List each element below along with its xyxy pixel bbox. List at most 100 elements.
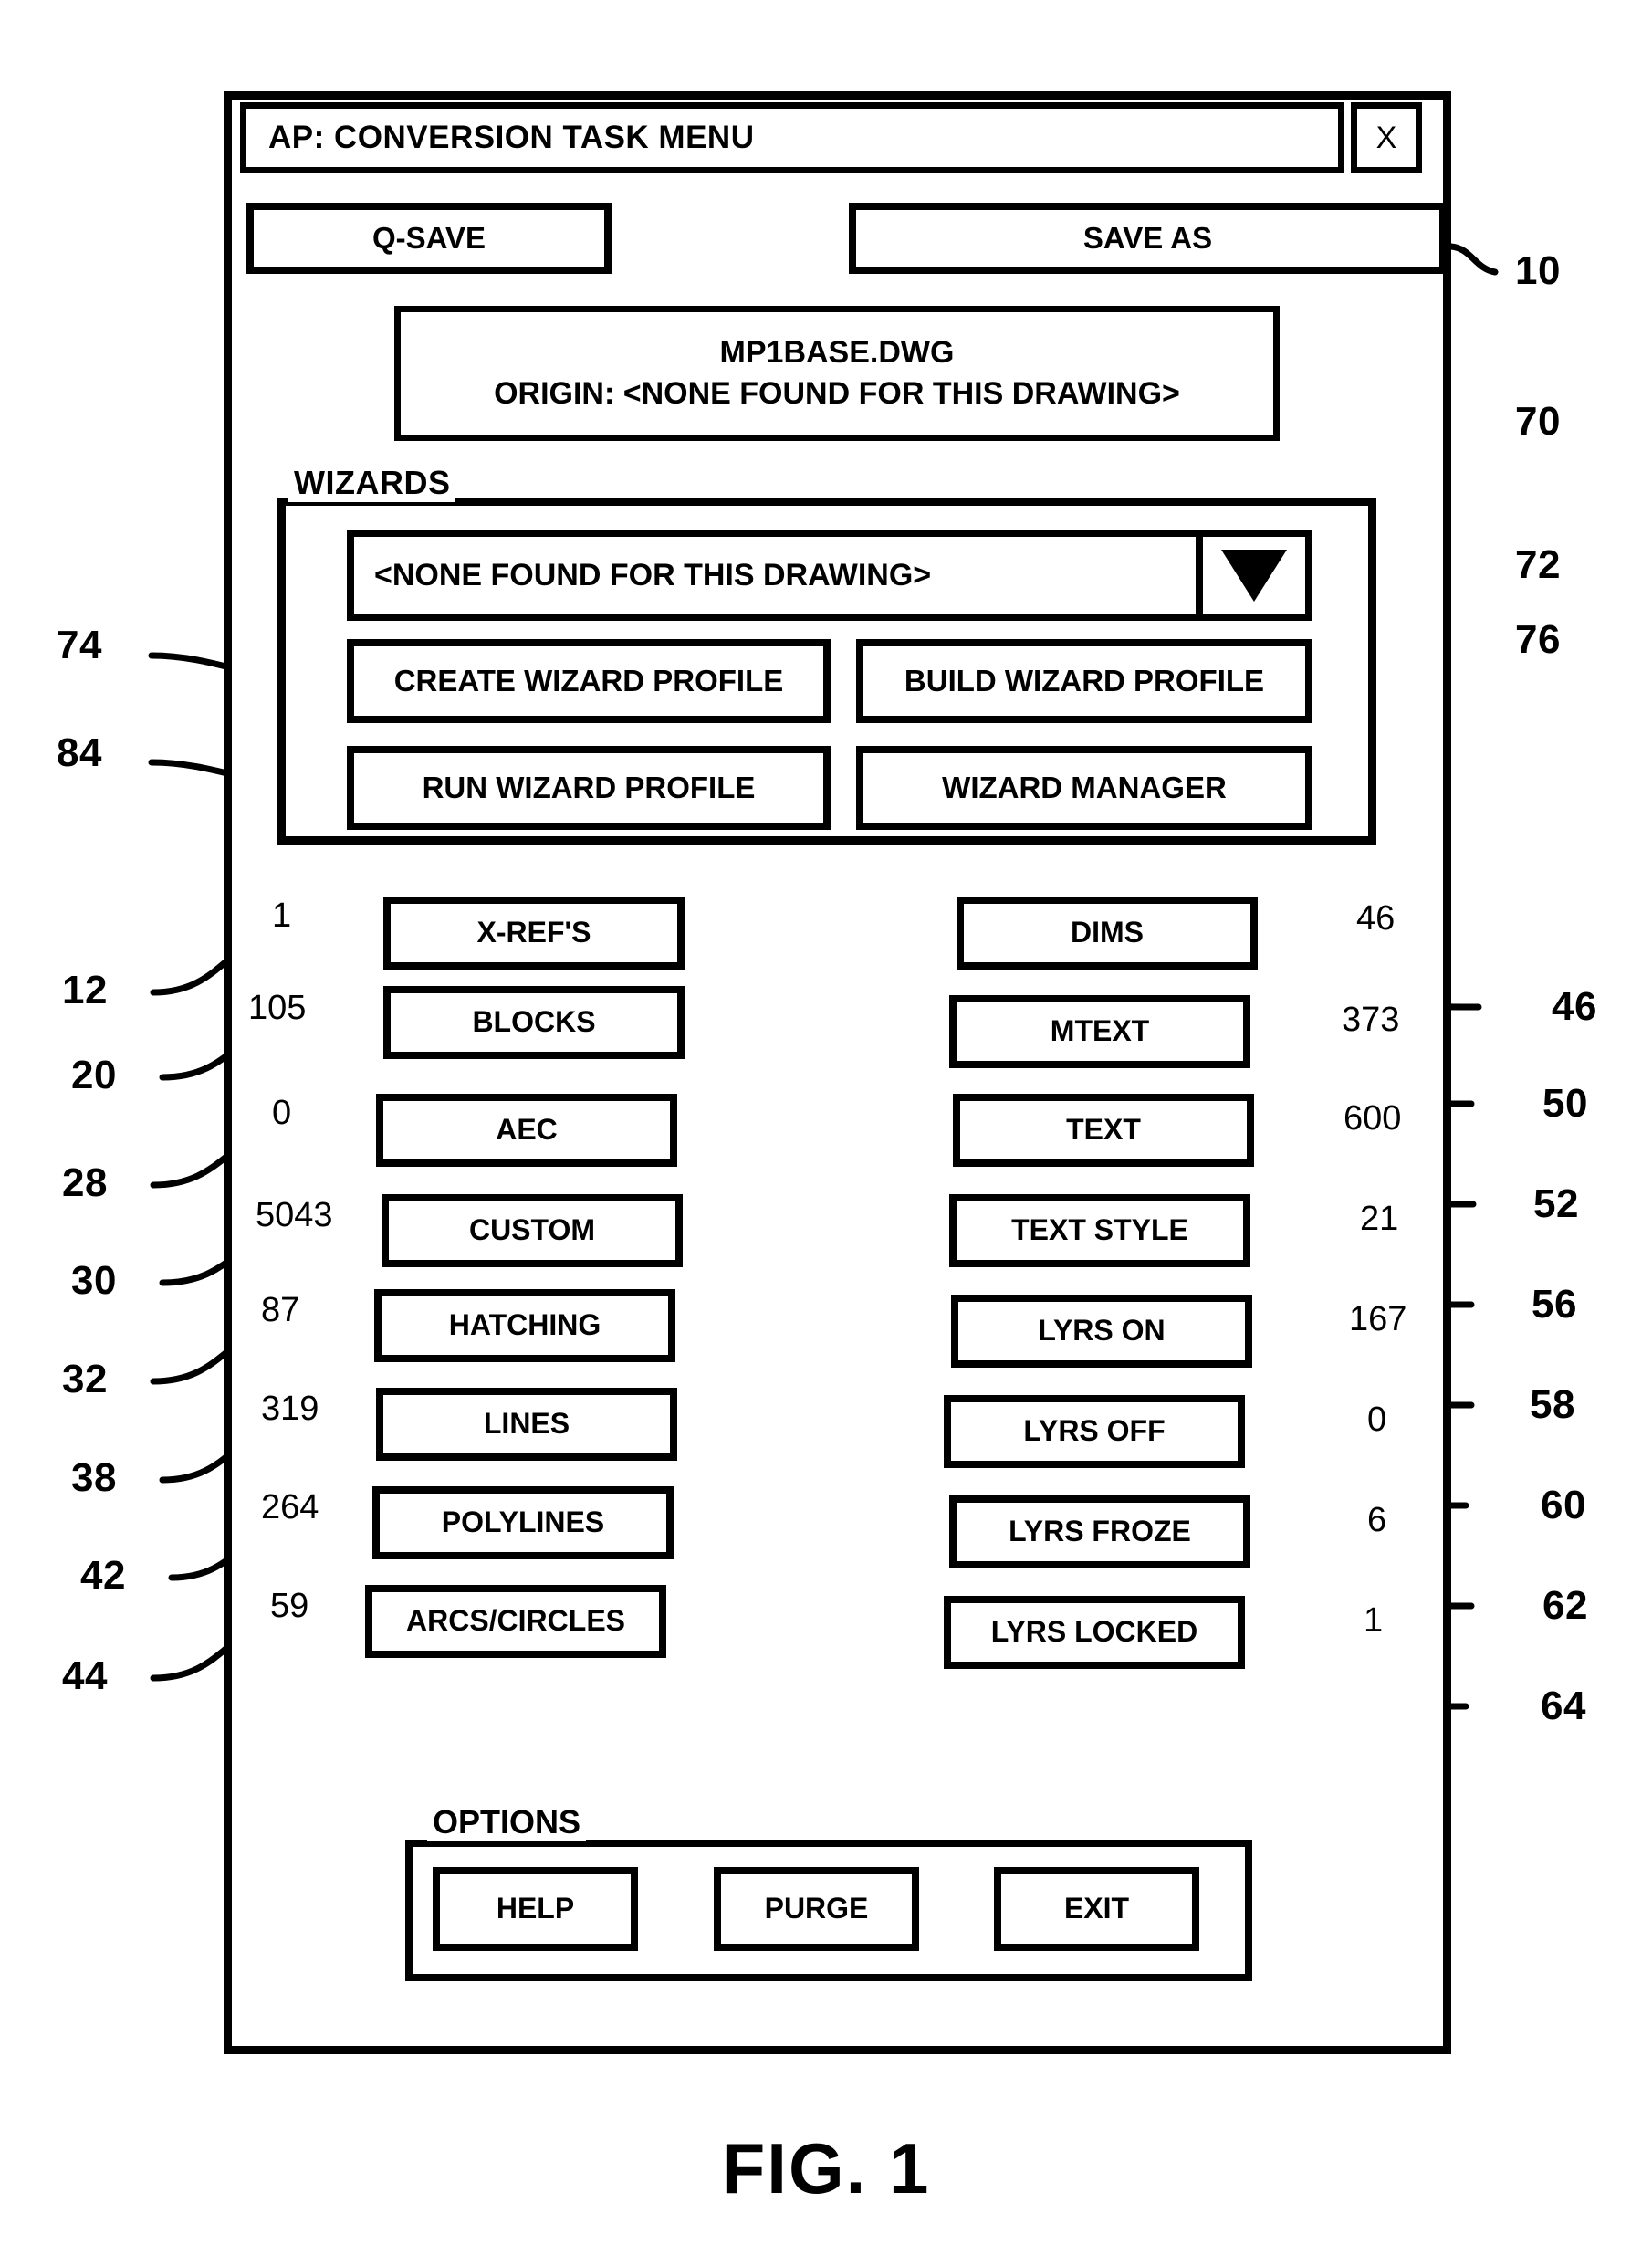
entity-button-lyrs-locked[interactable]: LYRS LOCKED (944, 1596, 1245, 1669)
entity-button-text[interactable]: TEXT (953, 1094, 1254, 1167)
entity-count-lyrs-off: 0 (1367, 1401, 1387, 1439)
build-wizard-profile-label: BUILD WIZARD PROFILE (904, 663, 1265, 698)
entity-button-lyrs-on[interactable]: LYRS ON (951, 1295, 1252, 1368)
entity-label: BLOCKS (472, 1005, 596, 1039)
entity-button-mtext[interactable]: MTEXT (949, 995, 1250, 1068)
entity-button-lines[interactable]: LINES (376, 1388, 677, 1461)
ref-numeral-74: 74 (57, 623, 102, 667)
drawing-filename: MP1BASE.DWG (719, 335, 955, 370)
entity-label: LYRS ON (1038, 1314, 1166, 1348)
ref-numeral-58: 58 (1530, 1382, 1575, 1427)
wizard-profile-selected-value: <NONE FOUND FOR THIS DRAWING> (374, 557, 932, 593)
entity-button-custom[interactable]: CUSTOM (382, 1194, 683, 1267)
entity-label: TEXT (1066, 1113, 1141, 1147)
entity-label: LYRS LOCKED (990, 1615, 1198, 1649)
create-wizard-profile-label: CREATE WIZARD PROFILE (393, 663, 784, 698)
entity-label: LYRS FROZE (1009, 1515, 1191, 1548)
ref-numeral-62: 62 (1542, 1583, 1588, 1628)
run-wizard-profile-label: RUN WIZARD PROFILE (422, 770, 756, 804)
drawing-info-box: MP1BASE.DWG ORIGIN: <NONE FOUND FOR THIS… (394, 306, 1280, 441)
entity-button-lyrs-off[interactable]: LYRS OFF (944, 1395, 1245, 1468)
entity-label: ARCS/CIRCLES (405, 1604, 625, 1638)
entity-label: LINES (483, 1407, 570, 1441)
ref-numeral-46: 46 (1552, 984, 1597, 1029)
ref-numeral-10: 10 (1515, 248, 1561, 293)
entity-button-blocks[interactable]: BLOCKS (383, 986, 685, 1059)
entity-count-lyrs-froze: 6 (1367, 1501, 1387, 1539)
entity-count-aec: 0 (272, 1094, 292, 1132)
ref-numeral-32: 32 (62, 1357, 108, 1401)
entity-count-dims: 46 (1356, 899, 1396, 938)
ref-numeral-38: 38 (71, 1455, 117, 1500)
ref-numeral-44: 44 (62, 1653, 108, 1698)
entity-label: HATCHING (448, 1308, 601, 1342)
ref-numeral-20: 20 (71, 1053, 117, 1097)
help-label: HELP (496, 1892, 575, 1925)
ref-numeral-70: 70 (1515, 399, 1561, 444)
entity-button-text-style[interactable]: TEXT STYLE (949, 1194, 1250, 1267)
entity-button-hatching[interactable]: HATCHING (374, 1289, 675, 1362)
ref-numeral-28: 28 (62, 1160, 108, 1205)
entity-count-arcs-circles: 59 (270, 1587, 309, 1625)
wizards-group-label: WIZARDS (288, 464, 456, 502)
q-save-label: Q-SAVE (371, 220, 486, 255)
entity-label: CUSTOM (468, 1213, 596, 1247)
options-group-label: OPTIONS (427, 1803, 587, 1841)
purge-button[interactable]: PURGE (714, 1867, 919, 1951)
figure-caption: FIG. 1 (721, 2128, 931, 2208)
ref-numeral-56: 56 (1532, 1282, 1577, 1327)
drawing-origin: ORIGIN: <NONE FOUND FOR THIS DRAWING> (494, 376, 1180, 411)
entity-button-lyrs-froze[interactable]: LYRS FROZE (949, 1495, 1250, 1568)
save-as-label: SAVE AS (1082, 220, 1213, 255)
wizard-manager-button[interactable]: WIZARD MANAGER (856, 746, 1312, 830)
save-as-button[interactable]: SAVE AS (849, 203, 1447, 274)
ref-numeral-60: 60 (1541, 1483, 1586, 1527)
entity-button-xrefs[interactable]: X-REF'S (383, 897, 685, 970)
entity-count-polylines: 264 (261, 1488, 319, 1526)
entity-count-lyrs-on: 167 (1349, 1300, 1407, 1338)
ref-numeral-64: 64 (1541, 1684, 1586, 1728)
ref-numeral-72: 72 (1515, 542, 1561, 587)
exit-button[interactable]: EXIT (994, 1867, 1199, 1951)
entity-count-hatching: 87 (261, 1291, 300, 1329)
entity-button-dims[interactable]: DIMS (957, 897, 1258, 970)
entity-count-lyrs-locked: 1 (1364, 1601, 1384, 1640)
build-wizard-profile-button[interactable]: BUILD WIZARD PROFILE (856, 639, 1312, 723)
entity-button-arcs-circles[interactable]: ARCS/CIRCLES (365, 1585, 666, 1658)
entity-label: POLYLINES (441, 1505, 605, 1539)
create-wizard-profile-button[interactable]: CREATE WIZARD PROFILE (347, 639, 831, 723)
entity-count-custom: 5043 (256, 1196, 333, 1234)
ref-numeral-52: 52 (1533, 1181, 1579, 1226)
entity-count-text: 600 (1344, 1099, 1402, 1138)
window-title-bar: AP: CONVERSION TASK MENU (240, 102, 1344, 173)
entity-count-lines: 319 (261, 1390, 319, 1428)
entity-label: AEC (496, 1113, 558, 1147)
purge-label: PURGE (764, 1892, 869, 1925)
close-icon: X (1375, 120, 1397, 155)
entity-button-polylines[interactable]: POLYLINES (372, 1486, 674, 1559)
page-title: AP: CONVERSION TASK MENU (268, 120, 755, 155)
close-button[interactable]: X (1351, 102, 1422, 173)
entity-count-text-style: 21 (1360, 1200, 1399, 1238)
entity-count-mtext: 373 (1342, 1001, 1400, 1039)
entity-label: DIMS (1071, 916, 1144, 949)
entity-count-xrefs: 1 (272, 897, 292, 935)
help-button[interactable]: HELP (433, 1867, 638, 1951)
entity-button-aec[interactable]: AEC (376, 1094, 677, 1167)
ref-numeral-76: 76 (1515, 617, 1561, 662)
ref-numeral-30: 30 (71, 1258, 117, 1303)
entity-label: TEXT STYLE (1011, 1213, 1188, 1247)
run-wizard-profile-button[interactable]: RUN WIZARD PROFILE (347, 746, 831, 830)
q-save-button[interactable]: Q-SAVE (246, 203, 612, 274)
entity-label: LYRS OFF (1023, 1414, 1166, 1448)
wizard-manager-label: WIZARD MANAGER (942, 770, 1227, 804)
entity-count-blocks: 105 (248, 989, 307, 1027)
exit-label: EXIT (1063, 1892, 1130, 1925)
entity-label: X-REF'S (476, 916, 591, 949)
wizard-profile-dropdown[interactable]: <NONE FOUND FOR THIS DRAWING> (347, 530, 1312, 621)
chevron-down-icon[interactable] (1196, 537, 1305, 614)
ref-numeral-42: 42 (80, 1553, 126, 1598)
ref-numeral-50: 50 (1542, 1081, 1588, 1126)
ref-numeral-84: 84 (57, 730, 102, 775)
entity-label: MTEXT (1050, 1014, 1150, 1048)
